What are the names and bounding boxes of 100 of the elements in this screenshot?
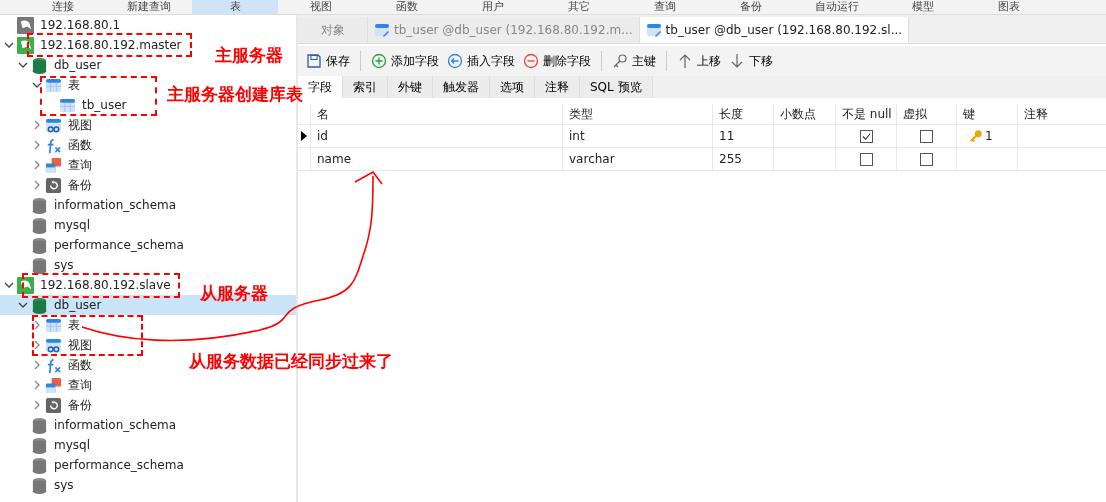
table-icon [45,76,62,94]
chevron-down-icon[interactable] [4,280,14,290]
tree-item[interactable]: 查询 [68,156,92,174]
column-header[interactable]: 小数点 [773,104,835,124]
toolbar-button[interactable]: 自动运行 [794,0,880,14]
tree-item[interactable]: 查询 [68,376,92,394]
tree-item[interactable]: 表 [68,76,80,94]
view-icon [45,116,62,134]
toolbar-button[interactable]: 新建查询 [106,0,192,14]
tree-item[interactable]: mysql [54,438,90,452]
tab[interactable]: 选项 [490,76,535,98]
backup-icon [45,176,62,194]
arrow-left-circle-icon [447,53,463,69]
annotation-text: 从服务器 [200,282,268,305]
chevron-right-icon[interactable] [32,160,42,170]
checkbox[interactable] [859,129,873,143]
chevron-down-icon[interactable] [32,80,42,90]
tree-item[interactable]: 表 [68,316,80,334]
table-icon [59,96,76,114]
toolbar-button[interactable]: 模型 [880,0,966,14]
function-icon [45,356,62,374]
backup-icon [45,396,62,414]
chevron-right-icon[interactable] [32,400,42,410]
tree-item[interactable]: db_user [54,58,102,72]
checkbox[interactable] [859,152,873,166]
tree-item[interactable]: 192.168.80.192.master [40,38,182,52]
arrow-up-icon [677,53,693,69]
toolbar-button[interactable]: 其它 [536,0,622,14]
chevron-right-icon[interactable] [32,140,42,150]
tree-item[interactable]: performance_schema [54,238,184,252]
toolbar-button[interactable]: 用户 [450,0,536,14]
chevron-down-icon[interactable] [4,40,14,50]
toolbar-button[interactable]: 图表 [966,0,1052,14]
annotation-text: 主服务器 [215,44,283,67]
tree-item[interactable]: 备份 [68,176,92,194]
toolbar-button[interactable]: 函数 [364,0,450,14]
chevron-right-icon[interactable] [32,360,42,370]
tree-item[interactable]: 视图 [68,116,92,134]
column-header[interactable]: 不是 null [835,104,896,124]
toolbar-button[interactable]: 查询 [622,0,708,14]
annotation-text: 从服务数据已经同步过来了 [189,350,393,373]
plus-circle-icon [371,53,387,69]
table-cell: varchar [569,152,615,166]
column-header[interactable]: 名 [310,104,562,124]
toolbar-button[interactable]: 插入字段 [443,52,519,70]
tree-item[interactable]: information_schema [54,418,177,432]
tree-item[interactable]: tb_user [82,98,127,112]
chevron-right-icon[interactable] [32,180,42,190]
table-cell: id [317,129,328,143]
toolbar-button[interactable]: 上移 [673,52,725,70]
key-icon [612,53,628,69]
table-cell: int [569,129,585,143]
column-header[interactable]: 注释 [1017,104,1106,124]
toolbar-button[interactable]: 表 [192,0,278,14]
chevron-down-icon[interactable] [18,60,28,70]
tab[interactable]: 索引 [343,76,388,98]
column-header[interactable]: 键 [956,104,1017,124]
editor-tab[interactable]: tb_user @db_user (192.168.80.192.sl... [639,17,910,43]
column-header[interactable]: 长度 [712,104,773,124]
table-edit-icon [374,22,390,38]
key-icon [969,129,983,143]
tree-item[interactable]: 函数 [68,136,92,154]
tree-item[interactable]: mysql [54,218,90,232]
toolbar-button[interactable]: 主键 [608,52,660,70]
toolbar-button[interactable]: 连接 [20,0,106,14]
column-header[interactable]: 类型 [562,104,712,124]
tree-item[interactable]: performance_schema [54,458,184,472]
tree-item[interactable]: 备份 [68,396,92,414]
chevron-right-icon[interactable] [32,120,42,130]
tree-item[interactable]: information_schema [54,198,177,212]
toolbar-button[interactable]: 删除字段 [519,52,595,70]
tab[interactable]: 外键 [388,76,433,98]
tree-item[interactable]: sys [54,258,74,272]
checkbox[interactable] [920,152,933,166]
toolbar-button[interactable]: 视图 [278,0,364,14]
view-icon [45,336,62,354]
chevron-right-icon[interactable] [32,340,42,350]
tree-item[interactable]: sys [54,478,74,492]
chevron-right-icon[interactable] [32,380,42,390]
tree-item[interactable]: 192.168.80.192.slave [40,278,171,292]
chevron-right-icon[interactable] [32,320,42,330]
query-icon [45,376,62,394]
minus-circle-icon [523,53,539,69]
arrow-down-icon [729,53,745,69]
toolbar-button[interactable]: 下移 [725,52,777,70]
checkbox[interactable] [920,129,933,143]
tree-item[interactable]: 视图 [68,336,92,354]
tab[interactable]: 触发器 [433,76,490,98]
toolbar-button[interactable]: 添加字段 [367,52,443,70]
tab[interactable]: 注释 [535,76,580,98]
column-header[interactable]: 虚拟 [896,104,956,124]
toolbar-button[interactable]: 备份 [708,0,794,14]
tree-item[interactable]: db_user [54,298,102,312]
tab[interactable]: SQL 预览 [580,76,653,98]
chevron-down-icon[interactable] [18,300,28,310]
toolbar-button[interactable]: 保存 [302,52,354,70]
tree-item[interactable]: 192.168.80.1 [40,18,121,32]
table-cell: name [317,152,352,166]
tree-item[interactable]: 函数 [68,356,92,374]
function-icon [45,136,62,154]
